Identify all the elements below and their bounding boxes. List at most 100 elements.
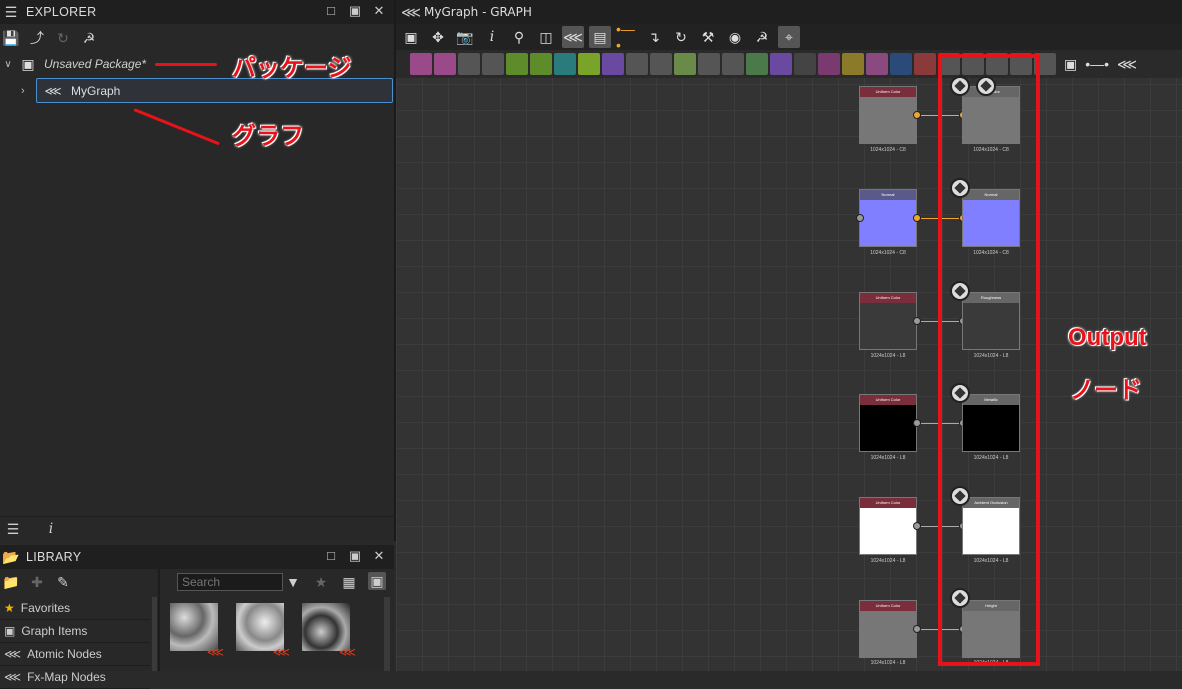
warp-node-icon[interactable]: [578, 53, 600, 75]
output-port[interactable]: [913, 419, 921, 427]
connector-icon[interactable]: ↴: [643, 26, 665, 48]
library-title: LIBRARY: [26, 550, 82, 564]
output-port[interactable]: [913, 625, 921, 633]
input-port[interactable]: [856, 214, 864, 222]
tools-icon[interactable]: ⚒: [697, 26, 719, 48]
search-icon[interactable]: ⚲: [508, 26, 530, 48]
graph-title: MyGraph - GRAPH: [424, 5, 532, 19]
graph-canvas[interactable]: [396, 0, 1182, 671]
clean-icon[interactable]: ☭: [751, 26, 773, 48]
refresh-icon[interactable]: ↻: [670, 26, 692, 48]
grayscale-node-icon[interactable]: [698, 53, 720, 75]
frame-icon[interactable]: ▤: [589, 26, 611, 48]
hue-node-icon[interactable]: [770, 53, 792, 75]
text-node-icon[interactable]: [866, 53, 888, 75]
crop-node-icon[interactable]: [890, 53, 912, 75]
mirror-node-icon[interactable]: [842, 53, 864, 75]
preview-toggle-icon[interactable]: ▣: [368, 572, 386, 590]
publish-icon[interactable]: ⤴: [28, 29, 46, 47]
link-icon[interactable]: •—•: [616, 21, 638, 53]
library-item-favorites[interactable]: ★ Favorites: [0, 597, 150, 620]
library-item-graph-items[interactable]: ▣ Graph Items: [0, 620, 150, 643]
maximize-icon[interactable]: ▣: [348, 4, 362, 18]
annotation-arrow-package: [155, 63, 217, 66]
output-port[interactable]: [913, 317, 921, 325]
bitmap-node-icon[interactable]: [410, 53, 432, 75]
frame-all-icon[interactable]: ▣: [400, 26, 422, 48]
graph-badge-icon: ⋘: [272, 645, 290, 659]
library-search-input[interactable]: [177, 573, 283, 591]
library-thumbnails: ⋘ ⋘ ⋘: [170, 603, 356, 659]
library-thumbnail[interactable]: ⋘: [170, 603, 224, 659]
save-icon[interactable]: 💾: [2, 29, 20, 47]
output-node-icon[interactable]: [914, 53, 936, 75]
close-icon[interactable]: ✕: [372, 4, 386, 18]
color-node-icon[interactable]: [458, 53, 480, 75]
level-node-icon[interactable]: [650, 53, 672, 75]
library-thumb-scrollbar[interactable]: [384, 597, 390, 671]
node-header: Uniform Color: [860, 498, 916, 508]
uniform-color-node[interactable]: Uniform Color: [859, 600, 917, 658]
add-icon[interactable]: ✚: [28, 573, 46, 591]
comment-icon[interactable]: ▣: [1064, 56, 1077, 73]
snap-grid-icon[interactable]: ⌖: [778, 26, 800, 48]
pin-icon[interactable]: •—•: [1085, 56, 1109, 72]
screenshot-icon[interactable]: 📷: [454, 26, 476, 48]
collapse-chevron-icon[interactable]: ∨: [0, 59, 16, 70]
annotation-arrow-graph: [133, 108, 220, 146]
uniform-node-icon[interactable]: [722, 53, 744, 75]
preview-icon[interactable]: ◉: [724, 26, 746, 48]
align-icon[interactable]: ◫: [535, 26, 557, 48]
filter-icon[interactable]: ▼: [284, 573, 302, 591]
graph-icon: ⋘: [44, 83, 62, 98]
node-resolution: 1024x1024 - C8: [870, 250, 906, 256]
explorer-header: ☰ EXPLORER □ ▣ ✕: [0, 0, 394, 24]
histogram-node-icon[interactable]: [746, 53, 768, 75]
gradient-node-icon[interactable]: [530, 53, 552, 75]
transform-node-icon[interactable]: [554, 53, 576, 75]
expand-chevron-icon[interactable]: ›: [21, 85, 25, 97]
edit-icon[interactable]: ✎: [54, 573, 72, 591]
frame-node-icon[interactable]: ⋘: [1117, 56, 1137, 73]
restore-icon[interactable]: □: [324, 549, 338, 563]
favorite-filter-icon[interactable]: ★: [312, 573, 330, 591]
restore-icon[interactable]: □: [324, 4, 338, 18]
frame-selected-icon[interactable]: ✥: [427, 26, 449, 48]
explorer-panel: ☰ EXPLORER □ ▣ ✕ 💾 ⤴ ↻ ☭ ∨ ▣ Unsaved Pac…: [0, 0, 396, 541]
annotation-graph: グラフ: [232, 123, 304, 150]
tree-view-icon[interactable]: ☰: [4, 520, 22, 538]
library-item-atomic-nodes[interactable]: ⋘ Atomic Nodes: [0, 643, 150, 666]
blend-node-icon[interactable]: [482, 53, 504, 75]
info-icon[interactable]: i: [481, 26, 503, 48]
uniform-color-node[interactable]: Uniform Color: [859, 497, 917, 555]
uniform-color-node[interactable]: Uniform Color: [859, 394, 917, 452]
noise-node-icon[interactable]: [794, 53, 816, 75]
graph-badge-icon: ⋘: [338, 645, 356, 659]
reload-icon[interactable]: ↻: [54, 29, 72, 47]
svg-node-icon[interactable]: [434, 53, 456, 75]
comment-icon: ▣: [4, 624, 16, 638]
info-icon[interactable]: i: [42, 520, 60, 538]
normal-node[interactable]: Normal: [859, 189, 917, 247]
grid-view-icon[interactable]: ▦: [340, 573, 358, 591]
library-thumbnail[interactable]: ⋘: [302, 603, 356, 659]
output-port[interactable]: [913, 214, 921, 222]
close-icon[interactable]: ✕: [372, 549, 386, 563]
curve-node-icon[interactable]: [506, 53, 528, 75]
hsl-node-icon[interactable]: [674, 53, 696, 75]
tile-node-icon[interactable]: [626, 53, 648, 75]
library-thumbnail[interactable]: ⋘: [236, 603, 290, 659]
uniform-color-node[interactable]: Uniform Color: [859, 86, 917, 144]
library-item-fxmap-nodes[interactable]: ⋘ Fx-Map Nodes: [0, 666, 150, 689]
output-port[interactable]: [913, 111, 921, 119]
new-folder-icon[interactable]: 📁: [2, 573, 20, 591]
output-port[interactable]: [913, 522, 921, 530]
uniform-color-node[interactable]: Uniform Color: [859, 292, 917, 350]
folder-icon: 📂: [2, 548, 20, 565]
clean-icon[interactable]: ☭: [80, 29, 98, 47]
shape-node-icon[interactable]: [602, 53, 624, 75]
library-scrollbar[interactable]: [152, 597, 157, 671]
layout-icon[interactable]: ⋘: [562, 26, 584, 48]
maximize-icon[interactable]: ▣: [348, 549, 362, 563]
directional-node-icon[interactable]: [818, 53, 840, 75]
